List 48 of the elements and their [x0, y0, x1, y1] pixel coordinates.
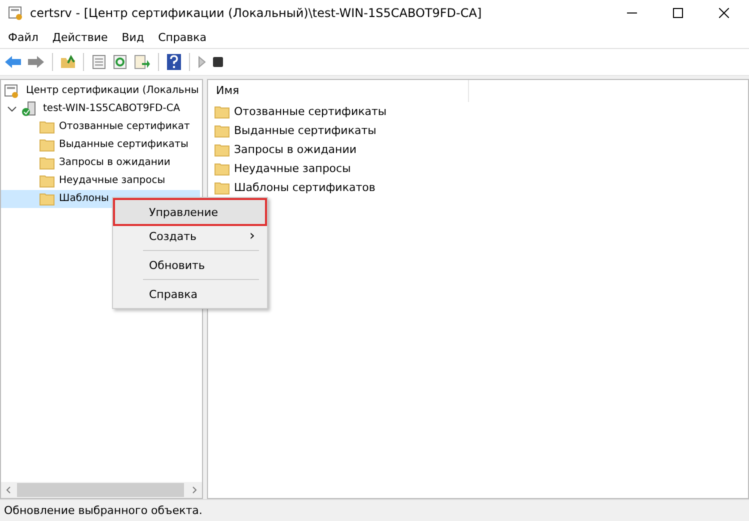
tree-item[interactable]: Неудачные запросы	[1, 172, 200, 190]
folder-icon	[214, 142, 230, 156]
server-icon	[21, 101, 37, 117]
folder-up-icon[interactable]	[60, 54, 76, 70]
menu-item[interactable]: Справка	[115, 282, 265, 306]
folder-icon	[39, 156, 55, 170]
menu-item[interactable]: Справка	[158, 30, 207, 44]
menu-item[interactable]: Создать ›	[115, 224, 265, 248]
folder-icon	[214, 124, 230, 138]
stop-icon[interactable]	[212, 56, 224, 68]
app-icon	[8, 5, 24, 21]
back-arrow-icon[interactable]	[4, 55, 22, 69]
tree-item[interactable]: Центр сертификации (Локальны	[24, 83, 201, 99]
column-header[interactable]: Имя	[208, 80, 469, 102]
forward-arrow-icon[interactable]	[27, 55, 45, 69]
tree-item[interactable]: test-WIN-1S5CABOT9FD-CA	[41, 101, 182, 117]
refresh-icon[interactable]	[112, 54, 128, 70]
folder-icon	[214, 180, 230, 194]
maximize-icon[interactable]	[673, 8, 683, 18]
folder-icon	[39, 138, 55, 152]
export-icon[interactable]	[133, 54, 151, 70]
menu-item[interactable]: Действие	[52, 30, 108, 44]
help-icon[interactable]	[166, 53, 182, 71]
list-icon[interactable]	[91, 54, 107, 70]
play-icon[interactable]	[197, 55, 207, 69]
list-item[interactable]: Выданные сертификаты	[208, 121, 748, 140]
list-item[interactable]: Шаблоны сертификатов	[208, 178, 748, 197]
menu-item[interactable]: Управление	[115, 200, 265, 224]
folder-icon	[214, 162, 230, 176]
list-item[interactable]: Неудачные запросы	[208, 159, 748, 178]
list-item[interactable]: Запросы в ожидании	[208, 140, 748, 159]
close-icon[interactable]	[719, 8, 729, 18]
menu-item[interactable]: Файл	[8, 30, 38, 44]
folder-icon	[214, 104, 230, 118]
certificate-authority-icon	[4, 83, 20, 99]
menu-item[interactable]: Обновить	[115, 253, 265, 277]
horizontal-scrollbar[interactable]	[1, 482, 202, 498]
folder-icon	[39, 192, 55, 206]
folder-icon	[39, 120, 55, 134]
status-text: Обновление выбранного объекта.	[4, 504, 202, 517]
chevron-icon[interactable]	[7, 104, 17, 114]
folder-icon	[39, 174, 55, 188]
tree-item[interactable]: Выданные сертификаты	[1, 136, 200, 154]
list-item[interactable]: Отозванные сертификаты	[208, 102, 748, 121]
tree-item[interactable]: Отозванные сертификат	[1, 118, 200, 136]
menu-item[interactable]: Вид	[122, 30, 144, 44]
window-title: certsrv - [Центр сертификации (Локальный)\test-WIN-1S5CABOT9FD-CA]	[30, 6, 482, 20]
tree-item[interactable]: Запросы в ожидании	[1, 154, 200, 172]
